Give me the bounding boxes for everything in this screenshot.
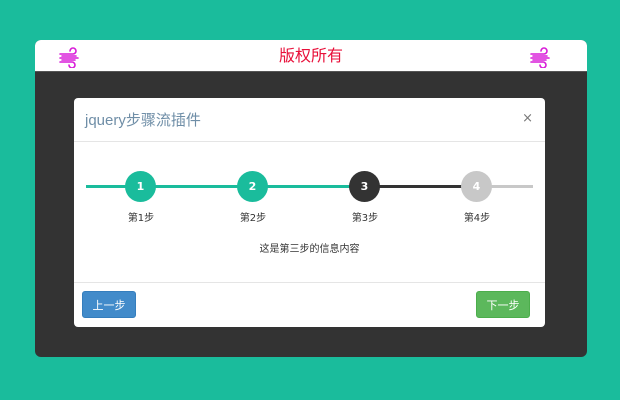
step-node-1[interactable]: 1	[125, 171, 156, 202]
close-button[interactable]: ×	[522, 111, 533, 126]
top-bar: 版权所有	[35, 40, 587, 72]
step-node-2[interactable]: 2	[237, 171, 268, 202]
step-label-2: 第2步	[239, 213, 267, 224]
step-modal: jquery步骤流插件 × 1 2 3 4 第1步 第2步 第3步 第4步 这是…	[74, 98, 545, 327]
step-progress: 1 2 3 4 第1步 第2步 第3步 第4步	[74, 142, 545, 237]
step-label-1: 第1步	[127, 213, 155, 224]
step-info-text: 这是第三步的信息内容	[259, 244, 360, 255]
next-step-button[interactable]: 下一步	[476, 291, 530, 318]
app-frame: 版权所有 jquery步骤流插件 × 1 2 3 4 第1步 第2步 第3步 第…	[35, 40, 587, 357]
step-label-4: 第4步	[463, 213, 491, 224]
step-node-3[interactable]: 3	[349, 171, 380, 202]
wind-icon	[530, 47, 550, 68]
modal-footer: 上一步 下一步	[74, 282, 545, 327]
modal-header: jquery步骤流插件 ×	[74, 98, 545, 142]
step-node-4[interactable]: 4	[461, 171, 492, 202]
step-label-3: 第3步	[351, 213, 379, 224]
modal-title: jquery步骤流插件	[85, 112, 201, 129]
page-title: 版权所有	[278, 46, 343, 65]
prev-step-button[interactable]: 上一步	[82, 291, 136, 318]
